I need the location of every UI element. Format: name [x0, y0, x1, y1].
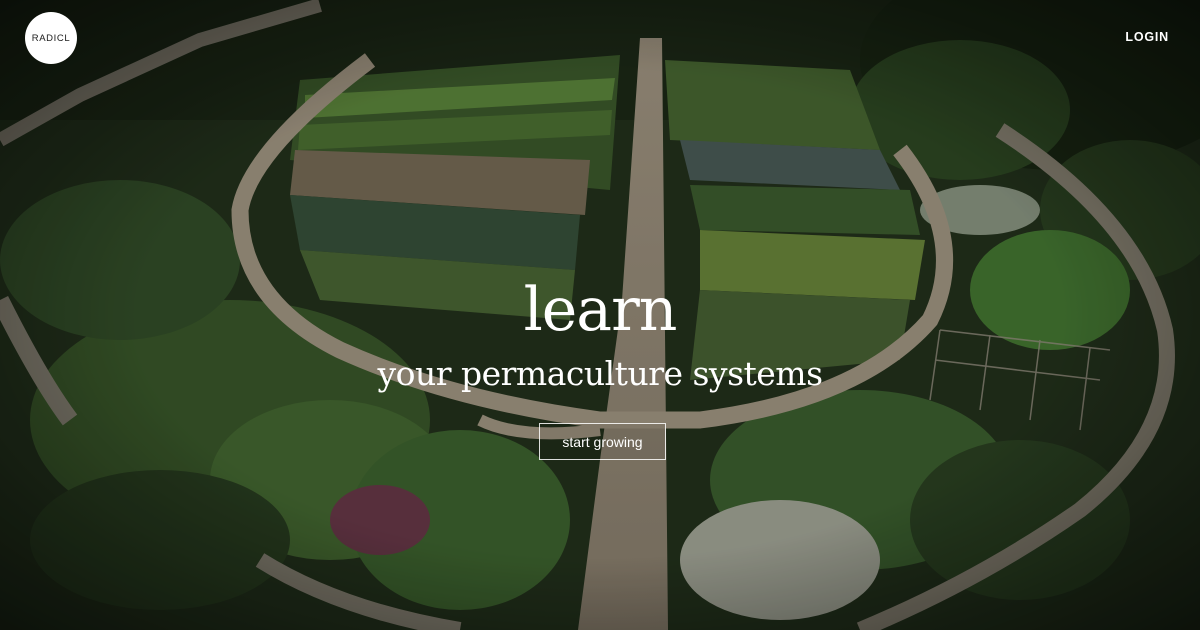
start-growing-button[interactable]: start growing	[539, 423, 666, 460]
radicl-logo[interactable]: RADICL	[25, 12, 77, 64]
hero-subheadline: your permaculture systems	[377, 354, 823, 393]
hero-headline: learn	[523, 275, 678, 345]
hero-section: RADICL LOGIN learn your permaculture sys…	[0, 0, 1200, 630]
logo-text: RADICL	[31, 32, 71, 44]
login-link[interactable]: LOGIN	[1125, 30, 1169, 44]
